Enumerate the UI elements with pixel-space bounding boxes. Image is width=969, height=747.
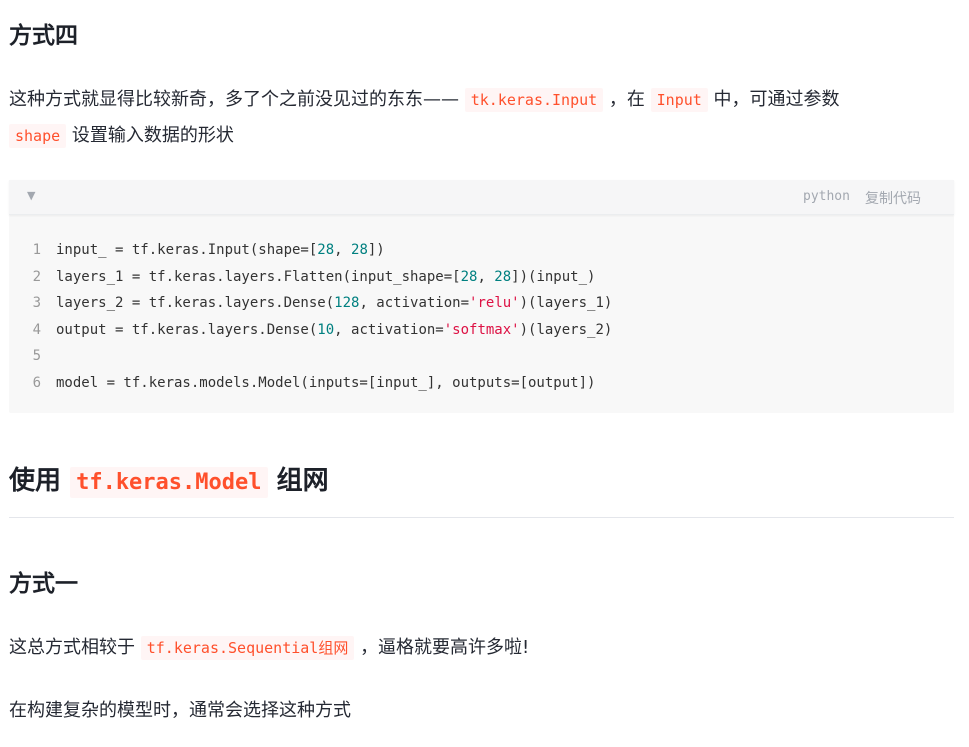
text: 中，可通过参数 xyxy=(713,89,840,110)
inline-code: tk.keras.Input xyxy=(464,88,604,112)
inline-code: tf.keras.Model xyxy=(70,467,268,498)
code-line: 1 input_ = tf.keras.Input(shape=[28, 28]… xyxy=(9,237,954,264)
code-language-label: python xyxy=(803,189,850,204)
line-number: 2 xyxy=(32,268,41,285)
inline-code: tf.keras.Sequential组网 xyxy=(140,636,355,660)
text: 设置输入数据的形状 xyxy=(71,125,234,146)
inline-code: Input xyxy=(650,88,708,112)
text: 这总方式相较于 xyxy=(9,637,135,658)
copy-code-button[interactable]: 复制代码 xyxy=(865,188,921,208)
code-line: 2 layers_1 = tf.keras.layers.Flatten(inp… xyxy=(9,264,954,291)
paragraph-method-1: 这总方式相较于 tf.keras.Sequential组网 ，逼格就要高许多啦! xyxy=(9,630,954,666)
code-text: model = tf.keras.models.Model(inputs=[in… xyxy=(56,374,596,391)
heading-use-keras-model: 使用 tf.keras.Model 组网 xyxy=(9,460,329,498)
line-number: 5 xyxy=(32,348,41,364)
paragraph-complex-models: 在构建复杂的模型时，通常会选择这种方式 xyxy=(9,700,351,721)
code-line: 6 model = tf.keras.models.Model(inputs=[… xyxy=(9,370,954,397)
code-line: 5 xyxy=(9,343,954,370)
code-text: input_ = tf.keras.Input(shape=[28, 28]) xyxy=(56,242,385,258)
heading-method-1: 方式一 xyxy=(9,571,78,597)
code-line: 3 layers_2 = tf.keras.layers.Dense(128, … xyxy=(9,290,954,317)
section-divider xyxy=(9,517,954,518)
code-block: ▼ python 复制代码 1 input_ = tf.keras.Input(… xyxy=(9,180,954,413)
code-block-header: ▼ python 复制代码 xyxy=(9,180,954,215)
collapse-toggle-icon[interactable]: ▼ xyxy=(27,189,35,202)
code-line: 4 output = tf.keras.layers.Dense(10, act… xyxy=(9,317,954,344)
code-text: layers_1 = tf.keras.layers.Flatten(input… xyxy=(56,268,596,285)
line-number: 6 xyxy=(32,374,41,391)
line-number: 3 xyxy=(32,295,41,311)
code-lines: 1 input_ = tf.keras.Input(shape=[28, 28]… xyxy=(9,237,954,396)
heading-method-4: 方式四 xyxy=(9,23,78,49)
text: ，在 xyxy=(608,89,645,110)
heading-text: 组网 xyxy=(276,466,329,496)
heading-text: 使用 xyxy=(9,466,62,496)
text: ，逼格就要高许多啦! xyxy=(360,637,530,658)
text: 这种方式就显得比较新奇，多了个之前没见过的东东—— xyxy=(9,89,459,110)
line-number: 1 xyxy=(32,242,41,258)
paragraph-method-4: 这种方式就显得比较新奇，多了个之前没见过的东东—— tk.keras.Input… xyxy=(9,82,954,154)
inline-code: shape xyxy=(9,124,67,148)
line-number: 4 xyxy=(32,321,41,338)
article-page: 方式四 这种方式就显得比较新奇，多了个之前没见过的东东—— tk.keras.I… xyxy=(0,0,969,747)
code-text: layers_2 = tf.keras.layers.Dense(128, ac… xyxy=(56,295,613,311)
code-text: output = tf.keras.layers.Dense(10, activ… xyxy=(56,321,613,338)
